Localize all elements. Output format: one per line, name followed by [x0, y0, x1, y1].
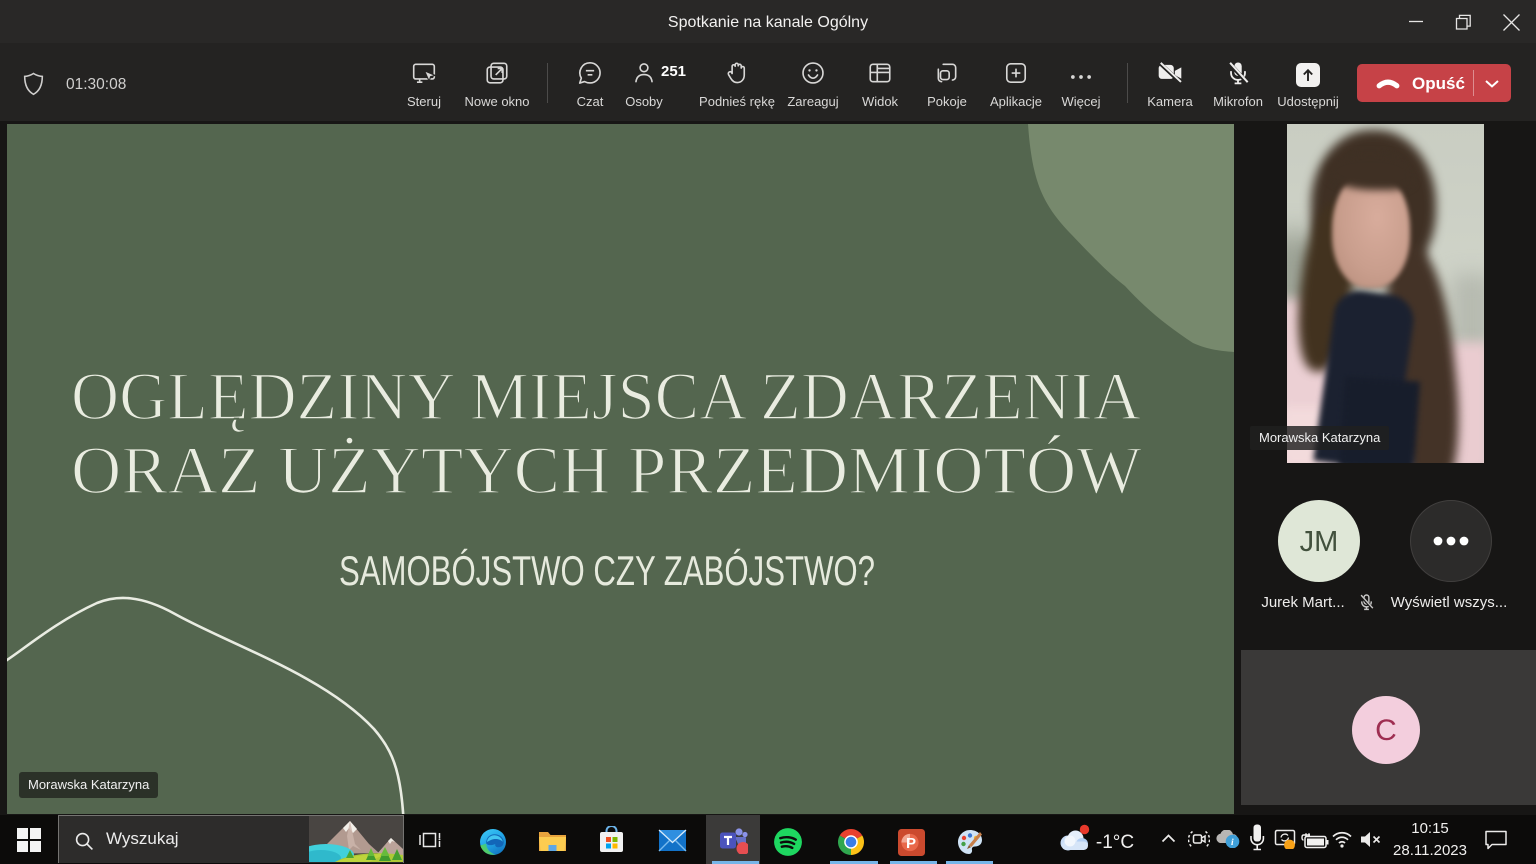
svg-text:i: i	[1231, 838, 1234, 848]
svg-text:P: P	[906, 835, 916, 852]
